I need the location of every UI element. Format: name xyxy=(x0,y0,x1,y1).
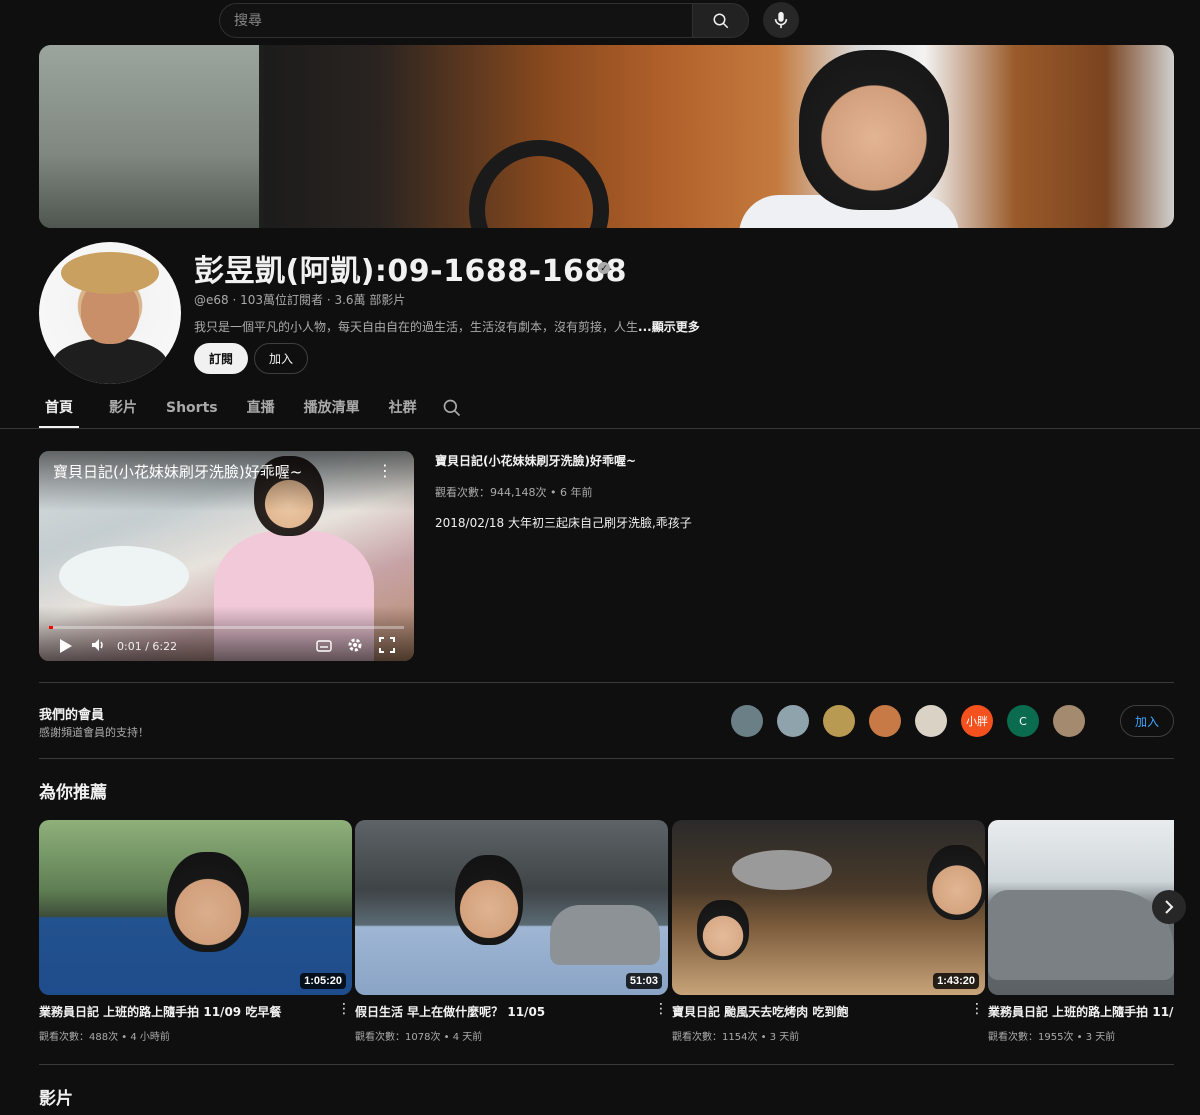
tab-playlists[interactable]: 播放清單 xyxy=(304,390,360,428)
channel-description[interactable]: 我只是一個平凡的小人物，每天自由自在的過生活，生活沒有劇本，沒有剪接，人生...… xyxy=(194,318,700,335)
search-icon xyxy=(713,13,728,28)
subtitles-button[interactable] xyxy=(316,639,332,657)
fullscreen-icon xyxy=(379,637,395,653)
featured-video-title[interactable]: 寶貝日記(小花妹妹刷牙洗臉)好乖喔~ xyxy=(435,452,636,469)
channel-avatar[interactable] xyxy=(39,242,181,384)
video-thumbnail[interactable]: 1:43:20 xyxy=(672,820,985,995)
search-icon xyxy=(443,399,461,417)
tab-community[interactable]: 社群 xyxy=(389,390,417,428)
members-title: 我們的會員 xyxy=(39,708,105,723)
subscribe-button[interactable]: 訂閱 xyxy=(194,343,248,374)
play-button[interactable] xyxy=(59,638,73,659)
video-title[interactable]: 寶貝日記 颱風天去吃烤肉 吃到飽 xyxy=(672,1003,962,1020)
video-title[interactable]: 業務員日記 上班的路上隨手拍 11/09 吃早餐 xyxy=(39,1003,329,1020)
videos-section-title: 影片 xyxy=(39,1089,73,1109)
search-input[interactable] xyxy=(234,12,692,29)
more-vert-icon[interactable]: ⋮ xyxy=(377,461,393,481)
member-avatar[interactable] xyxy=(777,705,809,737)
featured-video-description: 2018/02/18 大年初三起床自己刷牙洗臉,乖孩子 xyxy=(435,516,692,530)
more-vert-icon[interactable]: ⋮ xyxy=(654,1000,668,1017)
channel-meta: @e68 · 103萬位訂閱者 · 3.6萬 部影片 xyxy=(194,293,406,307)
progress-bar[interactable] xyxy=(49,626,404,629)
tab-home[interactable]: 首頁 xyxy=(39,390,79,428)
video-title[interactable]: 假日生活 早上在做什麼呢？ 11/05 xyxy=(355,1003,645,1020)
tab-videos[interactable]: 影片 xyxy=(109,390,137,428)
video-thumbnail[interactable] xyxy=(988,820,1174,995)
channel-banner xyxy=(39,45,1174,228)
carousel-next-button[interactable] xyxy=(1152,890,1186,924)
video-title[interactable]: 業務員日記 上班的路上隨手拍 11/ xyxy=(988,1003,1174,1020)
member-avatar[interactable] xyxy=(869,705,901,737)
verified-icon: ✓ xyxy=(598,262,610,274)
search-button[interactable] xyxy=(692,3,749,38)
tabs-divider xyxy=(0,428,1200,429)
members-join-button[interactable]: 加入 xyxy=(1120,705,1174,737)
video-thumbnail[interactable]: 1:05:20 xyxy=(39,820,352,995)
settings-button[interactable] xyxy=(347,637,363,658)
description-text: 我只是一個平凡的小人物，每天自由自在的過生活，生活沒有劇本，沒有剪接，人生 xyxy=(194,320,639,334)
section-divider xyxy=(39,758,1174,759)
member-avatar[interactable] xyxy=(731,705,763,737)
channel-title: 彭昱凱(阿凱):09-1688-1688 xyxy=(194,254,628,289)
join-button[interactable]: 加入 xyxy=(254,343,308,374)
recommended-title: 為你推薦 xyxy=(39,783,107,803)
featured-video-player[interactable]: 寶貝日記(小花妹妹刷牙洗臉)好乖喔~ ⋮ 0:01 / 6:22 xyxy=(39,451,414,661)
chevron-right-icon xyxy=(1165,900,1174,914)
member-avatar[interactable] xyxy=(915,705,947,737)
volume-button[interactable] xyxy=(91,638,105,657)
section-divider xyxy=(39,682,1174,683)
voice-search-button[interactable] xyxy=(763,2,799,38)
video-thumbnail[interactable]: 51:03 xyxy=(355,820,668,995)
gear-icon xyxy=(348,638,362,652)
progress-fill xyxy=(49,626,53,629)
microphone-icon xyxy=(774,11,788,29)
section-divider xyxy=(39,1064,1174,1065)
video-meta: 觀看次數：488次 • 4 小時前 xyxy=(39,1032,170,1043)
more-vert-icon[interactable]: ⋮ xyxy=(337,1000,351,1017)
more-vert-icon[interactable]: ⋮ xyxy=(970,1000,984,1017)
video-duration: 1:05:20 xyxy=(300,973,346,989)
members-subtitle: 感謝頻道會員的支持！ xyxy=(39,726,149,739)
member-avatar[interactable] xyxy=(1053,705,1085,737)
subtitles-icon xyxy=(316,640,332,652)
show-more-link[interactable]: ...顯示更多 xyxy=(638,320,700,334)
player-time: 0:01 / 6:22 xyxy=(117,640,178,653)
channel-tabs: 首頁 影片 Shorts 直播 播放清單 社群 xyxy=(39,390,446,428)
video-duration: 51:03 xyxy=(625,973,662,989)
video-meta: 觀看次數：1078次 • 4 天前 xyxy=(355,1032,483,1043)
player-title[interactable]: 寶貝日記(小花妹妹刷牙洗臉)好乖喔~ xyxy=(53,461,302,482)
play-icon xyxy=(60,639,72,653)
video-meta: 觀看次數：1154次 • 3 天前 xyxy=(672,1032,800,1043)
video-meta: 觀看次數：1955次 • 3 天前 xyxy=(988,1032,1116,1043)
member-avatar[interactable]: 小胖 xyxy=(961,705,993,737)
tab-shorts[interactable]: Shorts xyxy=(166,390,218,428)
member-avatar[interactable] xyxy=(823,705,855,737)
fullscreen-button[interactable] xyxy=(379,637,395,658)
featured-video-meta: 觀看次數：944,148次 • 6 年前 xyxy=(435,486,593,499)
tab-live[interactable]: 直播 xyxy=(247,390,275,428)
volume-icon xyxy=(92,639,103,651)
channel-search-button[interactable] xyxy=(442,398,462,423)
search-box[interactable] xyxy=(219,3,693,38)
video-duration: 1:43:20 xyxy=(933,973,979,989)
member-avatar[interactable]: C xyxy=(1007,705,1039,737)
